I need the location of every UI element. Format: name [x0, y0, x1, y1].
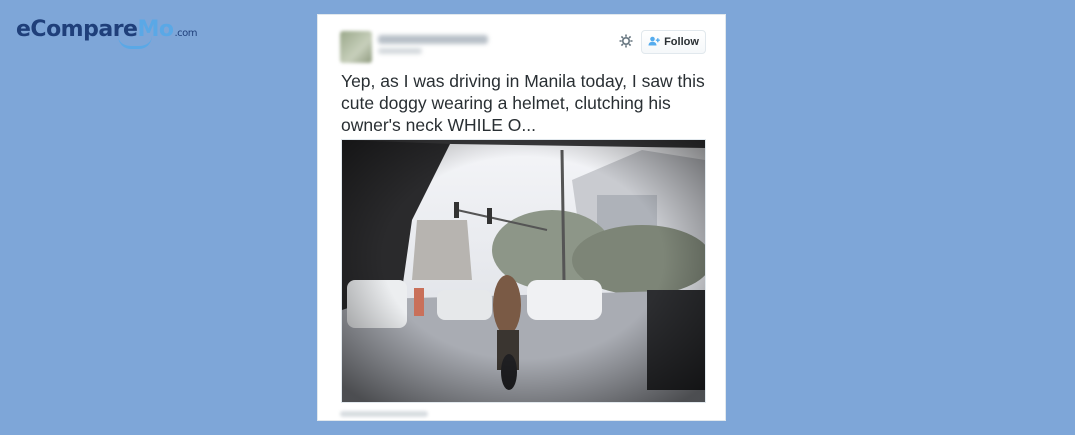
- brand-logo-suffix: .com: [174, 28, 198, 39]
- tweet-timestamp-blurred: [340, 411, 428, 417]
- avatar[interactable]: [340, 31, 372, 63]
- gear-icon[interactable]: [618, 33, 634, 49]
- tweet-text: Yep, as I was driving in Manila today, I…: [341, 71, 705, 135]
- brand-logo: eCompareMo.com: [16, 16, 198, 48]
- author-handle-blurred: [378, 48, 422, 54]
- author-name-blurred[interactable]: [378, 35, 488, 44]
- tweet-card: Follow Yep, as I was driving in Manila t…: [317, 14, 726, 421]
- follow-button[interactable]: Follow: [641, 30, 706, 54]
- follow-label: Follow: [664, 36, 699, 48]
- add-user-icon: [648, 36, 660, 49]
- tweet-photo[interactable]: [341, 139, 706, 403]
